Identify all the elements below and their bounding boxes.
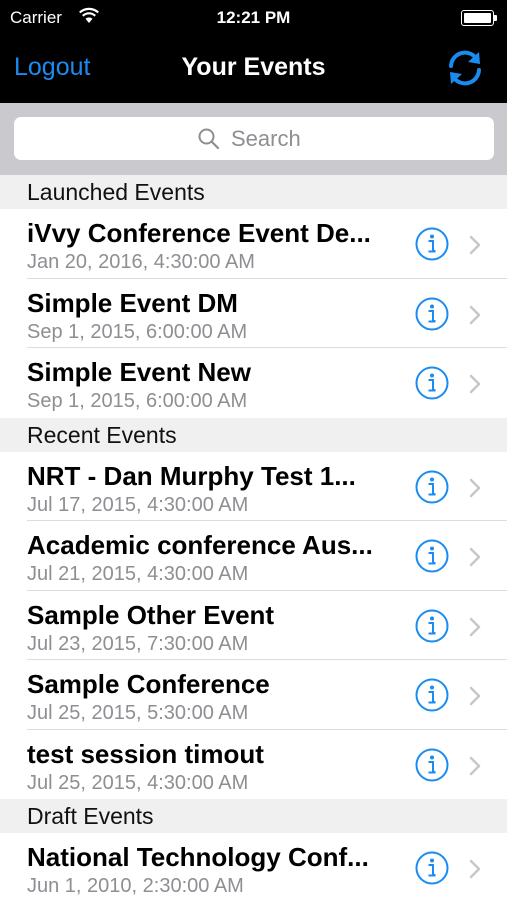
status-time: 12:21 PM <box>216 8 291 27</box>
event-date: Jul 25, 2015, 5:30:00 AM <box>27 702 249 724</box>
event-row[interactable]: Sample Other Event Jul 23, 2015, 7:30:00 … <box>0 590 507 660</box>
navigation-bar: Logout Your Events <box>0 36 507 103</box>
event-title: test session timout <box>27 738 264 769</box>
section-header: Recent Events <box>0 417 507 452</box>
section-header: Draft Events <box>0 799 507 833</box>
info-icon[interactable] <box>414 365 450 401</box>
search-field[interactable] <box>14 117 494 160</box>
battery-icon <box>461 10 497 26</box>
event-row[interactable]: Simple Event New Sep 1, 2015, 6:00:00 AM <box>0 348 507 418</box>
event-title: Simple Event DM <box>27 287 238 318</box>
event-date: Jul 21, 2015, 4:30:00 AM <box>27 563 249 585</box>
event-row[interactable]: Academic conference Aus... Jul 21, 2015, … <box>0 521 507 591</box>
search-input[interactable] <box>231 125 311 152</box>
chevron-right-icon <box>469 374 481 394</box>
status-bar: Carrier 12:21 PM <box>0 0 507 36</box>
event-row[interactable]: National Technology Conf... Jun 1, 2010, … <box>0 833 507 900</box>
event-date: Jan 20, 2016, 4:30:00 AM <box>27 251 255 273</box>
search-bar <box>0 103 507 175</box>
chevron-right-icon <box>469 756 481 775</box>
event-title: Simple Event New <box>27 357 251 387</box>
info-icon[interactable] <box>414 677 450 713</box>
event-row[interactable]: test session timout Jul 25, 2015, 4:30:00… <box>0 729 507 799</box>
info-icon[interactable] <box>414 226 450 262</box>
event-date: Jun 1, 2010, 2:30:00 AM <box>27 875 244 897</box>
event-title: Sample Other Event <box>27 599 275 630</box>
event-title: Academic conference Aus... <box>27 530 373 560</box>
event-date: Sep 1, 2015, 6:00:00 AM <box>27 320 248 343</box>
event-date: Sep 1, 2015, 6:00:00 AM <box>27 390 248 412</box>
chevron-right-icon <box>469 547 481 567</box>
event-title: National Technology Conf... <box>27 842 369 872</box>
event-row[interactable]: Simple Event DM Sep 1, 2015, 6:00:00 AM <box>0 278 507 348</box>
info-icon[interactable] <box>414 538 450 574</box>
info-icon[interactable] <box>414 296 450 332</box>
section-header: Launched Events <box>0 175 507 209</box>
page-title: Your Events <box>181 53 326 81</box>
chevron-right-icon <box>469 617 481 636</box>
event-date: Jul 23, 2015, 7:30:00 AM <box>27 632 249 655</box>
event-title: NRT - Dan Murphy Test 1... <box>27 460 356 491</box>
chevron-right-icon <box>469 235 481 255</box>
event-row[interactable]: NRT - Dan Murphy Test 1... Jul 17, 2015, … <box>0 451 507 521</box>
event-row[interactable]: Sample Conference Jul 25, 2015, 5:30:00 A… <box>0 660 507 730</box>
search-icon <box>198 128 220 149</box>
chevron-right-icon <box>469 305 481 324</box>
refresh-icon[interactable] <box>445 48 485 88</box>
info-icon[interactable] <box>414 469 450 505</box>
events-list: Launched Events iVvy Conference Event De.… <box>0 175 507 900</box>
chevron-right-icon <box>469 686 481 706</box>
info-icon[interactable] <box>414 608 450 644</box>
chevron-right-icon <box>469 478 481 497</box>
info-icon[interactable] <box>414 850 450 886</box>
event-title: iVvy Conference Event De... <box>27 218 371 248</box>
info-icon[interactable] <box>414 747 450 783</box>
top-bar: Carrier 12:21 PM Logout Your Events <box>0 0 507 103</box>
chevron-right-icon <box>469 859 481 879</box>
event-row[interactable]: iVvy Conference Event De... Jan 20, 2016,… <box>0 209 507 279</box>
event-title: Sample Conference <box>27 669 270 699</box>
event-date: Jul 17, 2015, 4:30:00 AM <box>27 493 249 516</box>
event-date: Jul 25, 2015, 4:30:00 AM <box>27 771 249 794</box>
